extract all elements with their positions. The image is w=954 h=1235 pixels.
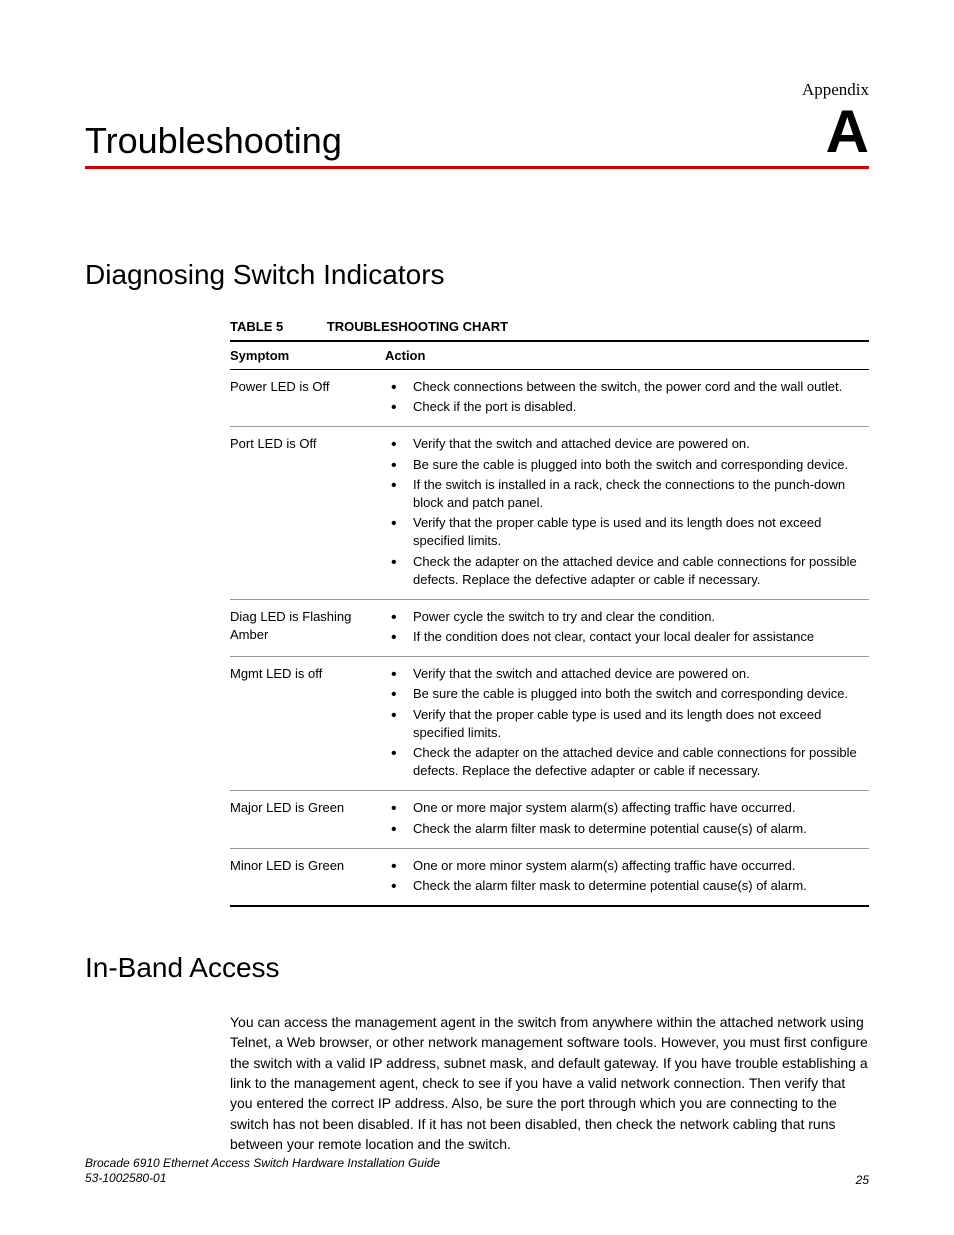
table-row: Minor LED is GreenOne or more minor syst… (230, 848, 869, 906)
action-item: Verify that the proper cable type is use… (385, 706, 861, 742)
table-row: Mgmt LED is offVerify that the switch an… (230, 657, 869, 791)
action-list: Verify that the switch and attached devi… (385, 665, 861, 780)
action-item: Verify that the proper cable type is use… (385, 514, 861, 550)
table-row: Power LED is OffCheck connections betwee… (230, 370, 869, 427)
action-item: Check the alarm filter mask to determine… (385, 877, 861, 895)
table-row: Port LED is OffVerify that the switch an… (230, 427, 869, 600)
action-cell: Verify that the switch and attached devi… (385, 427, 869, 600)
chapter-letter: A (826, 102, 869, 162)
action-list: Verify that the switch and attached devi… (385, 435, 861, 589)
symptom-cell: Diag LED is Flashing Amber (230, 599, 385, 656)
section-heading-diagnosing: Diagnosing Switch Indicators (85, 259, 869, 291)
action-item: Verify that the switch and attached devi… (385, 665, 861, 683)
action-item: One or more major system alarm(s) affect… (385, 799, 861, 817)
red-divider (85, 166, 869, 169)
action-cell: Check connections between the switch, th… (385, 370, 869, 427)
action-list: Power cycle the switch to try and clear … (385, 608, 861, 646)
table-row: Diag LED is Flashing AmberPower cycle th… (230, 599, 869, 656)
chapter-title: Troubleshooting (85, 120, 342, 162)
table-row: Major LED is GreenOne or more major syst… (230, 791, 869, 848)
action-cell: Verify that the switch and attached devi… (385, 657, 869, 791)
action-cell: One or more minor system alarm(s) affect… (385, 848, 869, 906)
table-caption-label: TABLE 5 (230, 319, 283, 334)
page-footer: Brocade 6910 Ethernet Access Switch Hard… (85, 1156, 869, 1187)
action-list: One or more major system alarm(s) affect… (385, 799, 861, 837)
troubleshooting-table: Symptom Action Power LED is OffCheck con… (230, 340, 869, 907)
symptom-cell: Major LED is Green (230, 791, 385, 848)
action-item: Be sure the cable is plugged into both t… (385, 685, 861, 703)
action-list: Check connections between the switch, th… (385, 378, 861, 416)
action-item: Verify that the switch and attached devi… (385, 435, 861, 453)
title-row: Troubleshooting A (85, 102, 869, 162)
action-cell: Power cycle the switch to try and clear … (385, 599, 869, 656)
action-item: Check the adapter on the attached device… (385, 744, 861, 780)
footer-left: Brocade 6910 Ethernet Access Switch Hard… (85, 1156, 440, 1187)
table-caption: TABLE 5 TROUBLESHOOTING CHART (230, 319, 869, 334)
action-item: Check if the port is disabled. (385, 398, 861, 416)
action-item: Be sure the cable is plugged into both t… (385, 456, 861, 474)
symptom-cell: Port LED is Off (230, 427, 385, 600)
action-list: One or more minor system alarm(s) affect… (385, 857, 861, 895)
action-item: One or more minor system alarm(s) affect… (385, 857, 861, 875)
table-header-symptom: Symptom (230, 341, 385, 370)
action-item: Check the adapter on the attached device… (385, 553, 861, 589)
table-header-action: Action (385, 341, 869, 370)
action-item: If the condition does not clear, contact… (385, 628, 861, 646)
action-item: If the switch is installed in a rack, ch… (385, 476, 861, 512)
inband-paragraph: You can access the management agent in t… (230, 1012, 869, 1154)
action-item: Check connections between the switch, th… (385, 378, 861, 396)
footer-doc-number: 53-1002580-01 (85, 1171, 440, 1187)
action-cell: One or more major system alarm(s) affect… (385, 791, 869, 848)
footer-page-number: 25 (856, 1173, 869, 1187)
appendix-label: Appendix (85, 80, 869, 100)
action-item: Check the alarm filter mask to determine… (385, 820, 861, 838)
section-heading-inband: In-Band Access (85, 952, 869, 984)
symptom-cell: Power LED is Off (230, 370, 385, 427)
symptom-cell: Minor LED is Green (230, 848, 385, 906)
table-caption-title: TROUBLESHOOTING CHART (327, 319, 508, 334)
action-item: Power cycle the switch to try and clear … (385, 608, 861, 626)
symptom-cell: Mgmt LED is off (230, 657, 385, 791)
footer-doc-title: Brocade 6910 Ethernet Access Switch Hard… (85, 1156, 440, 1172)
